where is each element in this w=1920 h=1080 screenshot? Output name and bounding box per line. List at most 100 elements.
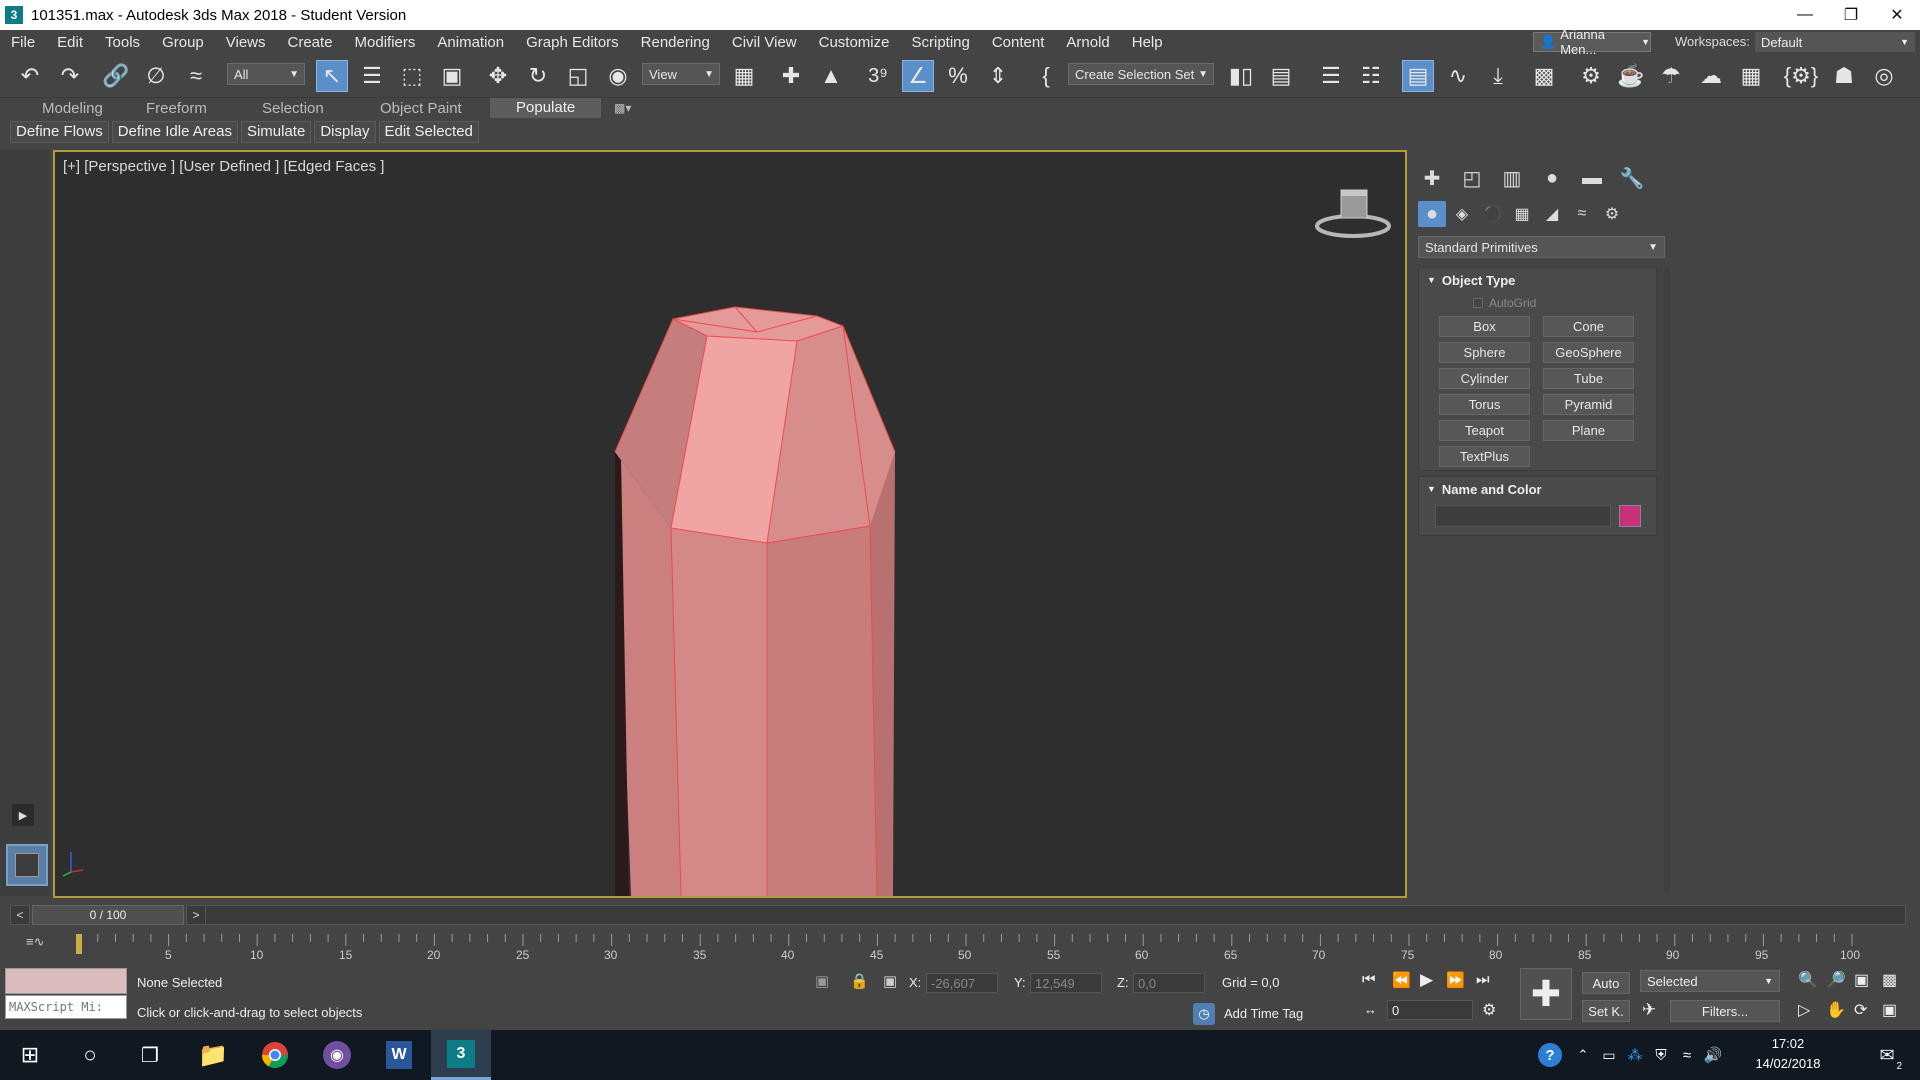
clock-date[interactable]: 14/02/2018 xyxy=(1738,1056,1838,1071)
define-flows-button[interactable]: Define Flows xyxy=(10,121,109,143)
tab-selection[interactable]: Selection xyxy=(262,100,324,117)
tube-button[interactable]: Tube xyxy=(1543,368,1634,389)
time-configuration-icon[interactable]: ⚙ xyxy=(1482,1000,1496,1020)
3ds-max-taskbar-icon[interactable]: 3 xyxy=(431,1030,491,1080)
menu-help[interactable]: Help xyxy=(1121,34,1174,51)
spinner-snap-icon[interactable]: ⇕ xyxy=(982,60,1014,92)
toggle-ribbon-icon[interactable]: ▤ xyxy=(1402,60,1434,92)
time-slider-thumb[interactable]: 0 / 100 xyxy=(32,905,184,925)
schematic-view-icon[interactable]: ⤓ xyxy=(1482,60,1514,92)
object-color-swatch[interactable] xyxy=(1619,505,1641,527)
play-icon[interactable]: ▶ xyxy=(1420,970,1433,990)
define-idle-areas-button[interactable]: Define Idle Areas xyxy=(111,121,238,143)
go-to-start-icon[interactable]: ⏮ xyxy=(1362,971,1376,988)
render-in-cloud-icon[interactable]: ▦ xyxy=(1735,60,1767,92)
object-type-header[interactable]: ▼ Object Type xyxy=(1419,268,1656,292)
rendered-frame-window-icon[interactable]: ☕ xyxy=(1615,60,1647,92)
tab-populate[interactable]: Populate xyxy=(490,98,602,118)
chrome-icon[interactable] xyxy=(245,1030,305,1080)
object-category-dropdown[interactable]: Standard Primitives ▼ xyxy=(1418,236,1665,258)
previous-frame-icon[interactable]: < xyxy=(10,905,30,925)
edit-named-selection-icon[interactable]: { xyxy=(1030,60,1062,92)
viewport-layout-thumbnail[interactable] xyxy=(6,844,48,886)
geometry-icon[interactable]: ● xyxy=(1418,201,1446,227)
set-key-icon[interactable]: ✚ xyxy=(1520,968,1572,1020)
menu-content[interactable]: Content xyxy=(981,34,1056,51)
menu-group[interactable]: Group xyxy=(151,34,215,51)
time-slider-track[interactable] xyxy=(186,905,1906,925)
volume-icon[interactable]: 🔊 xyxy=(1700,1030,1726,1080)
time-slider[interactable]: < 0 / 100 > xyxy=(10,905,1920,927)
scale-icon[interactable]: ◱ xyxy=(562,60,594,92)
previous-key-icon[interactable]: ⏪ xyxy=(1392,971,1411,989)
angle-snap-icon[interactable]: ∠ xyxy=(902,60,934,92)
cortana-icon[interactable]: ○ xyxy=(60,1030,120,1080)
container-icon[interactable]: ☗ xyxy=(1828,60,1860,92)
mirror-icon[interactable]: ▮▯ xyxy=(1225,60,1257,92)
next-frame-icon[interactable]: > xyxy=(186,905,206,925)
go-to-end-icon[interactable]: ⏭ xyxy=(1476,971,1490,988)
zoom-all-icon[interactable]: 🔎 xyxy=(1826,970,1846,990)
minimize-icon[interactable]: — xyxy=(1782,0,1828,30)
name-and-color-header[interactable]: ▼ Name and Color xyxy=(1419,477,1656,501)
box-button[interactable]: Box xyxy=(1439,316,1530,337)
zoom-extents-icon[interactable]: ▣ xyxy=(1854,970,1869,990)
next-key-icon[interactable]: ⏩ xyxy=(1446,971,1465,989)
current-frame-field[interactable]: 0 xyxy=(1387,1000,1473,1020)
orbit-icon[interactable]: ⟳ xyxy=(1854,1000,1867,1020)
simulate-button[interactable]: Simulate xyxy=(240,121,312,143)
rotate-icon[interactable]: ↻ xyxy=(522,60,554,92)
autogrid-checkbox[interactable]: AutoGrid xyxy=(1473,296,1536,310)
lock-selection-icon[interactable]: 🔒 xyxy=(850,972,869,990)
hierarchy-panel-icon[interactable]: ▥ xyxy=(1498,165,1526,191)
cylinder-button[interactable]: Cylinder xyxy=(1439,368,1530,389)
keyboard-shortcut-override-icon[interactable]: ▲ xyxy=(815,60,847,92)
display-button[interactable]: Display xyxy=(314,121,376,143)
object-name-input[interactable] xyxy=(1435,505,1611,527)
teapot-button[interactable]: Teapot xyxy=(1439,420,1530,441)
teapot-icon[interactable]: ◎ xyxy=(1868,60,1900,92)
window-crossing-icon[interactable]: ▣ xyxy=(436,60,468,92)
layer-explorer-icon[interactable]: ☷ xyxy=(1355,60,1387,92)
auto-key-button[interactable]: Auto xyxy=(1582,972,1630,994)
menu-graph-editors[interactable]: Graph Editors xyxy=(515,34,630,51)
x-coordinate-field[interactable]: -26,607 xyxy=(926,973,998,993)
menu-civil-view[interactable]: Civil View xyxy=(721,34,808,51)
shapes-icon[interactable]: ◈ xyxy=(1448,201,1476,227)
selection-filter-dropdown[interactable]: All ▼ xyxy=(227,63,305,85)
move-icon[interactable]: ✥ xyxy=(482,60,514,92)
cone-button[interactable]: Cone xyxy=(1543,316,1634,337)
edit-selected-button[interactable]: Edit Selected xyxy=(378,121,479,143)
render-setup-icon[interactable]: ⚙ xyxy=(1575,60,1607,92)
command-panel-scrollbar[interactable] xyxy=(1664,267,1670,891)
action-center-icon[interactable]: ✉ 2 xyxy=(1862,1030,1912,1080)
select-by-name-icon[interactable]: ☰ xyxy=(356,60,388,92)
filters-button[interactable]: Filters... xyxy=(1670,1000,1780,1022)
link-icon[interactable]: 🔗 xyxy=(100,60,132,92)
defender-icon[interactable]: ⛨ xyxy=(1648,1030,1674,1080)
utilities-panel-icon[interactable]: 🔧 xyxy=(1618,165,1646,191)
help-icon[interactable]: ? xyxy=(1530,1030,1570,1080)
perspective-viewport[interactable]: [+] [Perspective ] [User Defined ] [Edge… xyxy=(53,150,1407,898)
reference-coordinate-dropdown[interactable]: View ▼ xyxy=(642,63,720,85)
field-of-view-icon[interactable]: ▷ xyxy=(1798,1000,1810,1020)
y-coordinate-field[interactable]: 12,549 xyxy=(1030,973,1102,993)
time-tag-icon[interactable]: ◷ xyxy=(1193,1003,1215,1025)
user-account-dropdown[interactable]: 👤 Arianna Men... ▼ xyxy=(1533,27,1651,57)
app-icon[interactable]: 3 xyxy=(5,6,23,24)
current-time-marker[interactable] xyxy=(76,934,82,954)
named-selection-set-dropdown[interactable]: Create Selection Set ▼ xyxy=(1068,63,1214,85)
space-warps-icon[interactable]: ≈ xyxy=(1568,201,1596,227)
bind-space-warp-icon[interactable]: ≈ xyxy=(180,60,212,92)
menu-create[interactable]: Create xyxy=(277,34,344,51)
key-mode-toggle-icon[interactable]: ↔ xyxy=(1364,1002,1377,1017)
tab-modeling[interactable]: Modeling xyxy=(42,100,103,117)
menu-edit[interactable]: Edit xyxy=(46,34,94,51)
unlink-icon[interactable]: ∅ xyxy=(140,60,172,92)
pan-view-icon[interactable]: ✋ xyxy=(1826,1000,1846,1020)
percent-snap-icon[interactable]: % xyxy=(942,60,974,92)
display-panel-icon[interactable]: ▬ xyxy=(1578,165,1606,191)
word-icon[interactable]: W xyxy=(369,1030,429,1080)
menu-animation[interactable]: Animation xyxy=(426,34,515,51)
restore-icon[interactable]: ❐ xyxy=(1828,0,1874,30)
